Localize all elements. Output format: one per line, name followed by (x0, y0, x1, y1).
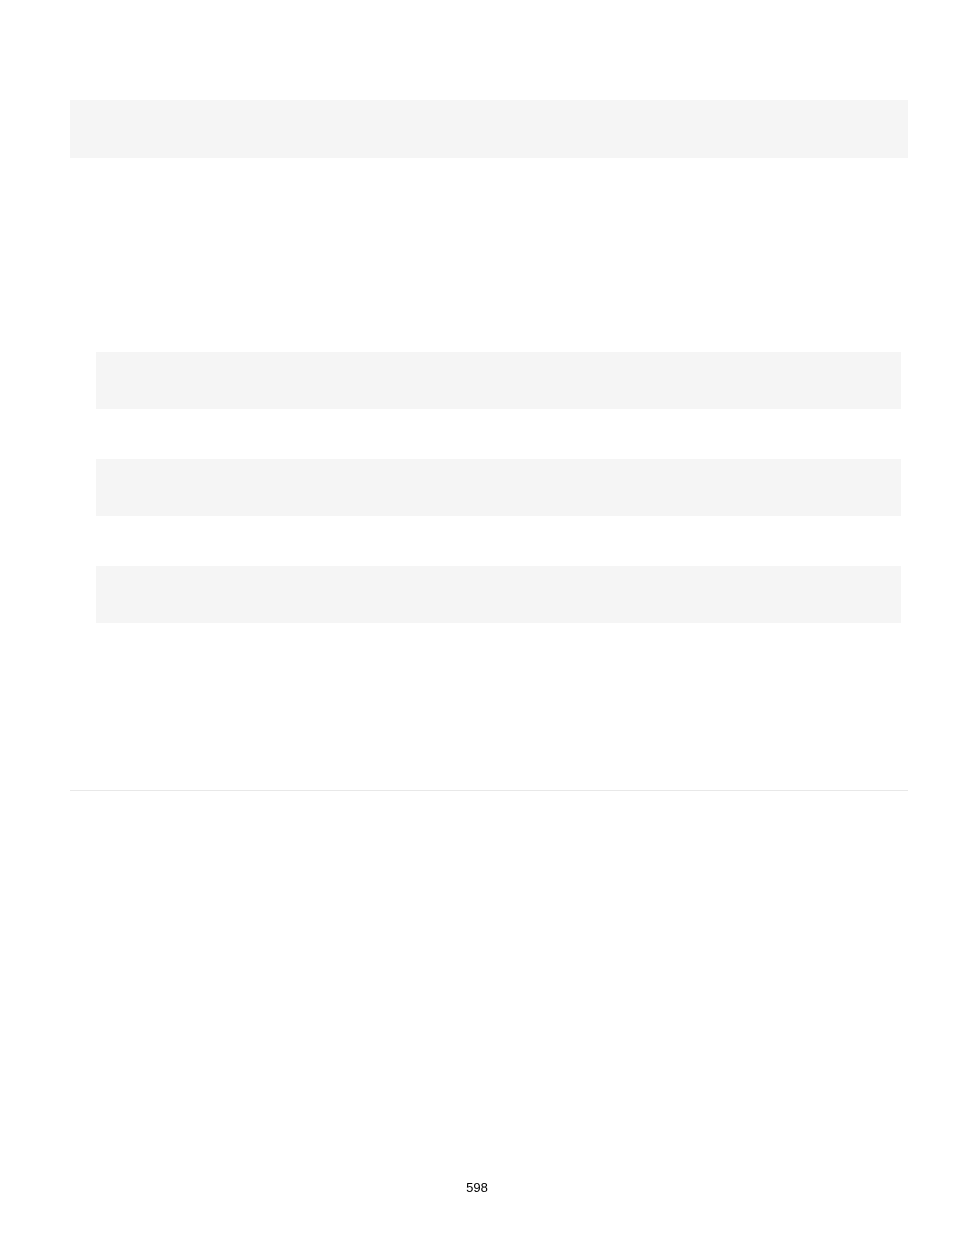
document-page: 598 (0, 0, 954, 1235)
content-block (96, 352, 901, 409)
content-block (70, 100, 908, 158)
horizontal-divider (70, 790, 908, 791)
content-block (96, 459, 901, 516)
content-block (96, 566, 901, 623)
page-number: 598 (0, 1180, 954, 1195)
